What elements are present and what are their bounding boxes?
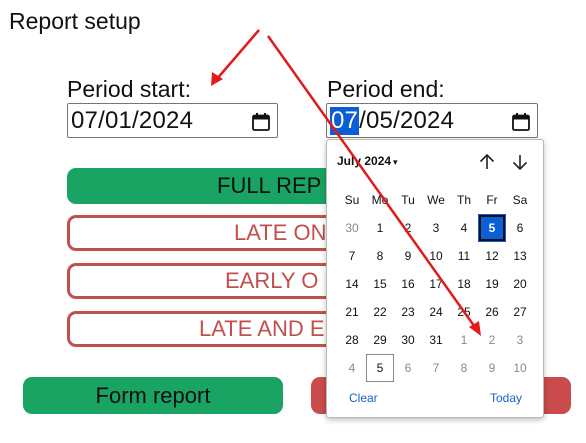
calendar-day[interactable]: 11	[450, 242, 478, 270]
calendar-day[interactable]: 1	[366, 214, 394, 242]
weekday-header: Th	[456, 193, 471, 207]
calendar-day[interactable]: 3	[506, 326, 534, 354]
calendar-day[interactable]: 10	[422, 242, 450, 270]
weekday-header: Sa	[512, 193, 528, 207]
period-start-input[interactable]: 07/01/2024	[67, 103, 278, 138]
weekday-header: Fr	[486, 193, 498, 207]
month-year-label: July 2024	[337, 154, 392, 168]
calendar-day[interactable]: 7	[338, 242, 366, 270]
calendar-day[interactable]: 4	[450, 214, 478, 242]
annotation-arrowhead-start	[211, 72, 223, 86]
calendar-day[interactable]: 8	[450, 354, 478, 382]
calendar-day[interactable]: 6	[394, 354, 422, 382]
arrow-up-icon[interactable]	[477, 152, 497, 172]
late-and-early-button[interactable]: LATE AND E	[67, 311, 337, 347]
calendar-grid: Su Mo Tu We Th Fr Sa 30 1 2 3 4 5 6 7 8 9 10 11 12 13 14 15 16 1…	[338, 186, 534, 382]
calendar-day[interactable]: 21	[338, 298, 366, 326]
date-picker-popup: July 2024 ▾ Su Mo Tu We Th Fr Sa 30 1 2 3 4 5 6 7 8 9 10 11…	[326, 139, 544, 418]
calendar-icon[interactable]	[511, 111, 531, 131]
annotation-arrow-to-start-label	[215, 29, 260, 81]
calendar-day[interactable]: 2	[394, 214, 422, 242]
today-button[interactable]: Today	[490, 391, 522, 405]
calendar-day[interactable]: 1	[450, 326, 478, 354]
caret-down-icon: ▾	[393, 157, 398, 167]
calendar-day[interactable]: 26	[478, 298, 506, 326]
form-report-button[interactable]: Form report	[23, 377, 283, 414]
calendar-day[interactable]: 9	[394, 242, 422, 270]
calendar-day[interactable]: 14	[338, 270, 366, 298]
calendar-day[interactable]: 4	[338, 354, 366, 382]
calendar-day[interactable]: 31	[422, 326, 450, 354]
calendar-day[interactable]: 30	[394, 326, 422, 354]
calendar-day[interactable]: 29	[366, 326, 394, 354]
calendar-day[interactable]: 8	[366, 242, 394, 270]
weekday-header: Tu	[401, 193, 415, 207]
calendar-day[interactable]: 12	[478, 242, 506, 270]
month-year-selector[interactable]: July 2024 ▾	[337, 154, 398, 168]
calendar-day[interactable]: 27	[506, 298, 534, 326]
clear-button[interactable]: Clear	[349, 391, 378, 405]
calendar-day[interactable]: 9	[478, 354, 506, 382]
calendar-day[interactable]: 18	[450, 270, 478, 298]
full-report-button[interactable]: FULL REP	[67, 168, 337, 204]
calendar-day[interactable]: 10	[506, 354, 534, 382]
weekday-header: Su	[344, 193, 360, 207]
calendar-day[interactable]: 24	[422, 298, 450, 326]
calendar-icon[interactable]	[251, 111, 271, 131]
late-only-button[interactable]: LATE ON	[67, 215, 337, 251]
calendar-day[interactable]: 3	[422, 214, 450, 242]
weekday-header: We	[427, 193, 445, 207]
calendar-day[interactable]: 22	[366, 298, 394, 326]
calendar-day[interactable]: 6	[506, 214, 534, 242]
calendar-day[interactable]: 13	[506, 242, 534, 270]
calendar-day[interactable]: 30	[338, 214, 366, 242]
period-end-value-rest: /05/2024	[359, 106, 455, 134]
calendar-day[interactable]: 19	[478, 270, 506, 298]
page-title: Report setup	[9, 8, 141, 34]
period-end-label: Period end:	[327, 76, 445, 102]
calendar-day[interactable]: 7	[422, 354, 450, 382]
calendar-day[interactable]: 2	[478, 326, 506, 354]
calendar-day[interactable]: 16	[394, 270, 422, 298]
report-setup-window: Report setup Period start: Period end: 0…	[0, 0, 586, 443]
calendar-day[interactable]: 17	[422, 270, 450, 298]
period-start-value: 07/01/2024	[71, 106, 194, 134]
period-end-input[interactable]: 07 /05/2024	[326, 103, 538, 138]
calendar-day[interactable]: 23	[394, 298, 422, 326]
calendar-day[interactable]: 5	[366, 354, 394, 382]
calendar-day[interactable]: 20	[506, 270, 534, 298]
calendar-day[interactable]: 25	[450, 298, 478, 326]
calendar-day[interactable]: 15	[366, 270, 394, 298]
weekday-header: Mo	[371, 193, 389, 207]
arrow-down-icon[interactable]	[510, 152, 530, 172]
early-only-button[interactable]: EARLY O	[67, 263, 337, 299]
calendar-day[interactable]: 28	[338, 326, 366, 354]
period-start-label: Period start:	[67, 76, 191, 102]
period-end-month-segment[interactable]: 07	[330, 106, 360, 135]
calendar-day[interactable]: 5	[478, 214, 506, 242]
